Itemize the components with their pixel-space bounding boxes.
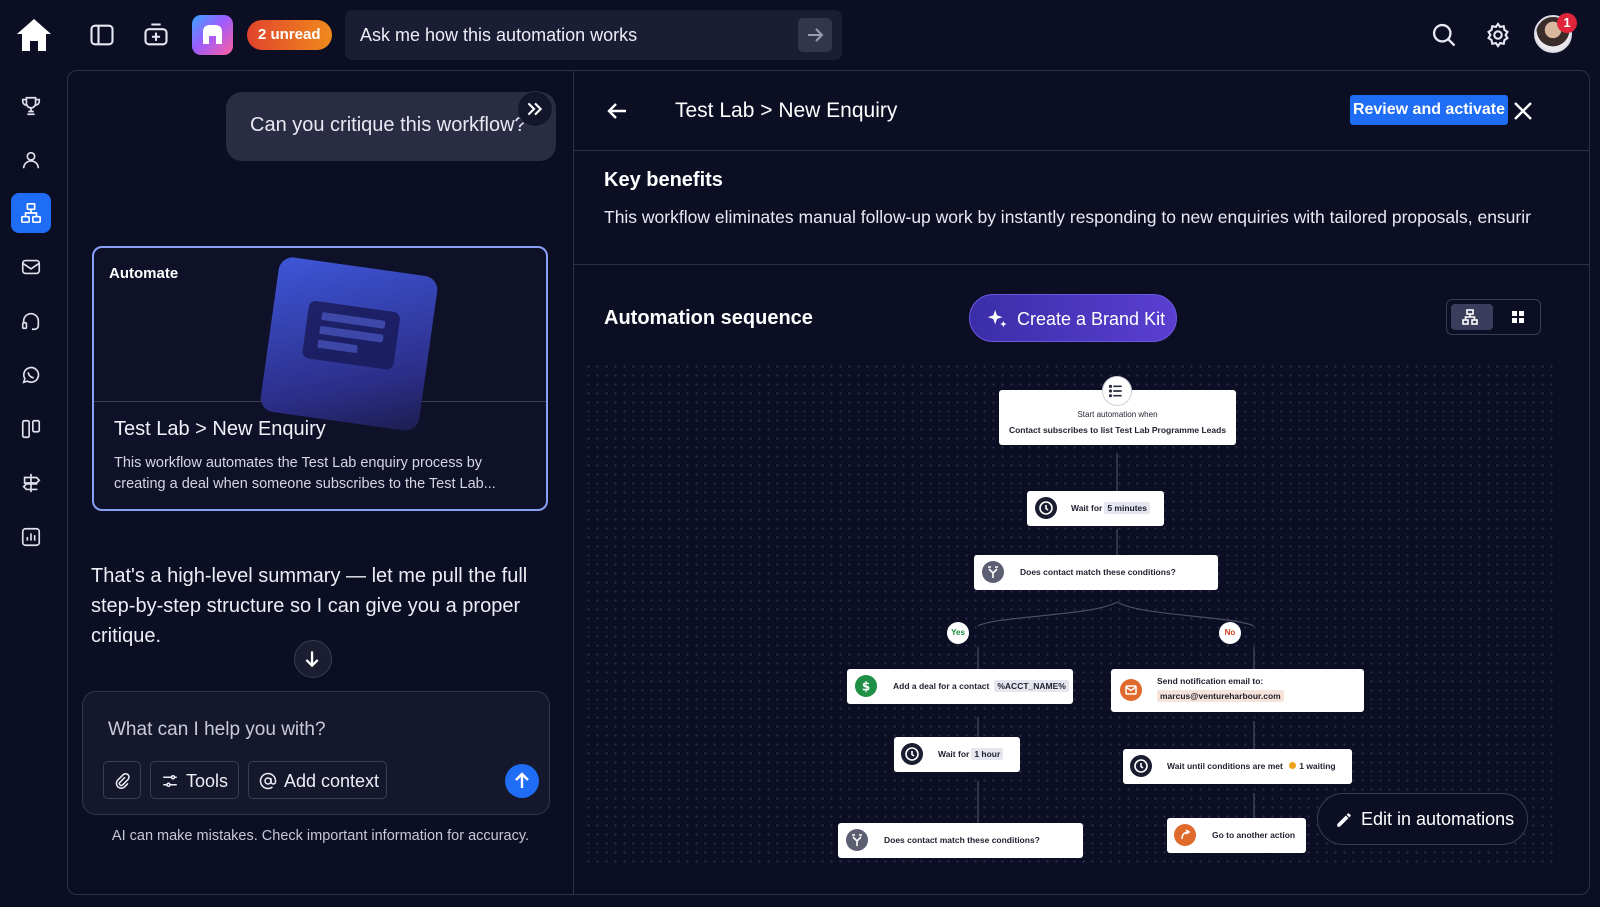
card-illustration xyxy=(258,255,440,433)
wait-until-label: Wait until conditions are met 1 waiting xyxy=(1167,761,1336,771)
tools-label: Tools xyxy=(186,771,229,791)
wait-until-node[interactable]: Wait until conditions are met 1 waiting xyxy=(1123,749,1352,784)
condition-node[interactable]: Does contact match these conditions? xyxy=(838,823,1083,858)
card-illustration-form xyxy=(301,300,401,371)
svg-text:$: $ xyxy=(862,680,870,694)
mail-icon xyxy=(21,259,41,275)
headset-icon xyxy=(21,312,40,331)
send-button[interactable] xyxy=(505,764,539,798)
automation-card[interactable]: Automate Test Lab > New Enquiry This wor… xyxy=(92,246,548,511)
nav-automations[interactable] xyxy=(11,193,51,233)
add-deal-node[interactable]: $ Add a deal for a contact %ACCT_NAME% xyxy=(847,669,1073,704)
ask-input-text: Ask me how this automation works xyxy=(360,25,638,45)
columns-icon xyxy=(21,419,41,439)
top-bar: 2 unread Ask me how this automation work… xyxy=(0,0,1600,70)
split-icon xyxy=(846,829,868,851)
no-branch-label: No xyxy=(1219,622,1241,644)
split-icon xyxy=(982,561,1004,583)
paperclip-icon xyxy=(115,772,130,789)
card-preview: Automate xyxy=(94,248,546,433)
deal-name-token: %ACCT_NAME% xyxy=(994,680,1069,692)
list-icon xyxy=(1102,376,1132,406)
chat-composer[interactable]: What can I help you with? Tools Add cont… xyxy=(82,691,550,815)
condition-label: Does contact match these conditions? xyxy=(884,835,1040,845)
notification-label: Send notification email to: xyxy=(1157,676,1264,686)
edit-in-automations-button[interactable]: Edit in automations xyxy=(1317,793,1528,845)
attach-button[interactable] xyxy=(103,761,141,799)
wait-duration: 1 hour xyxy=(971,748,1004,760)
clock-icon xyxy=(1035,497,1057,519)
workflow-icon xyxy=(21,203,41,223)
clock-icon xyxy=(1130,755,1152,777)
composer-input[interactable]: What can I help you with? xyxy=(108,719,326,741)
waiting-count: 1 waiting xyxy=(1299,761,1336,771)
search-icon[interactable] xyxy=(1430,21,1458,49)
user-message: Can you critique this workflow? xyxy=(226,92,556,161)
card-description: This workflow automates the Test Lab enq… xyxy=(114,455,496,492)
wait-node[interactable]: Wait for 5 minutes xyxy=(1027,491,1164,526)
unread-badge[interactable]: 2 unread xyxy=(247,20,332,50)
user-icon xyxy=(22,151,40,169)
scroll-down-button[interactable] xyxy=(294,640,332,678)
gear-icon[interactable] xyxy=(1484,21,1512,49)
collapse-button[interactable] xyxy=(517,91,553,127)
envelope-icon xyxy=(1120,679,1142,701)
card-tag: Automate xyxy=(109,265,179,282)
nav-whatsapp[interactable] xyxy=(11,355,51,395)
condition-label: Does contact match these conditions? xyxy=(1020,567,1176,577)
nav-reports[interactable] xyxy=(11,517,51,557)
wait-label: Wait for 5 minutes xyxy=(1071,502,1151,514)
trophy-icon xyxy=(21,96,41,116)
trigger-label: Contact subscribes to list Test Lab Prog… xyxy=(1008,425,1227,435)
clock-icon xyxy=(901,743,923,765)
assistant-message: That's a high-level summary — let me pul… xyxy=(91,565,528,647)
ask-submit-button[interactable] xyxy=(798,18,832,52)
chart-icon xyxy=(21,527,41,547)
goto-action-label: Go to another action xyxy=(1212,830,1296,840)
wait-label: Wait for 1 hour xyxy=(938,748,1004,760)
wait-duration: 5 minutes xyxy=(1104,502,1151,514)
trigger-node[interactable]: Start automation when Contact subscribes… xyxy=(999,376,1236,445)
nav-conversations[interactable] xyxy=(11,301,51,341)
notification-recipient: marcus@ventureharbour.com xyxy=(1157,690,1284,702)
yes-branch-label: Yes xyxy=(947,622,969,644)
whatsapp-icon xyxy=(22,366,40,384)
tools-button[interactable]: Tools xyxy=(150,761,239,799)
at-sign-icon xyxy=(259,772,277,790)
nav-email[interactable] xyxy=(11,247,51,287)
home-icon[interactable] xyxy=(14,16,54,54)
waiting-status-dot xyxy=(1289,762,1297,769)
pencil-icon xyxy=(1337,813,1351,827)
workflow-panel: Test Lab > New Enquiry Review and activa… xyxy=(573,71,1590,894)
nav-pipeline[interactable] xyxy=(11,409,51,449)
app-logo[interactable] xyxy=(192,15,233,55)
add-deal-label: Add a deal for a contact %ACCT_NAME% xyxy=(893,680,1069,692)
add-context-button[interactable]: Add context xyxy=(248,761,387,799)
edit-button-label: Edit in automations xyxy=(1361,809,1515,829)
nav-sites[interactable] xyxy=(11,463,51,503)
flow-connectors xyxy=(977,453,1255,839)
disclaimer: AI can make mistakes. Check important in… xyxy=(111,828,530,844)
sidebar-toggle-icon[interactable] xyxy=(88,21,116,49)
signpost-icon xyxy=(22,473,41,493)
add-context-label: Add context xyxy=(284,771,380,791)
ask-input[interactable]: Ask me how this automation works xyxy=(345,10,842,60)
arrow-down-icon xyxy=(305,651,319,668)
arrow-up-icon xyxy=(515,772,529,788)
chat-panel: Can you critique this workflow? Automate… xyxy=(68,71,573,894)
notification-badge: 1 xyxy=(1557,13,1577,33)
sliders-icon xyxy=(163,775,177,787)
jump-icon xyxy=(1174,824,1196,846)
condition-node[interactable]: Does contact match these conditions? xyxy=(974,555,1218,590)
notification-email-node[interactable]: Send notification email to: marcus@ventu… xyxy=(1111,669,1364,712)
dollar-icon: $ xyxy=(855,675,877,697)
nav-trophy[interactable] xyxy=(11,86,51,126)
goto-action-node[interactable]: Go to another action xyxy=(1167,818,1306,853)
user-message-text: Can you critique this workflow? xyxy=(250,114,526,136)
new-chat-icon[interactable] xyxy=(142,21,170,49)
card-title: Test Lab > New Enquiry xyxy=(114,418,326,440)
trigger-caption: Start automation when xyxy=(1077,410,1158,419)
nav-contacts[interactable] xyxy=(11,140,51,180)
wait-node[interactable]: Wait for 1 hour xyxy=(894,737,1020,772)
